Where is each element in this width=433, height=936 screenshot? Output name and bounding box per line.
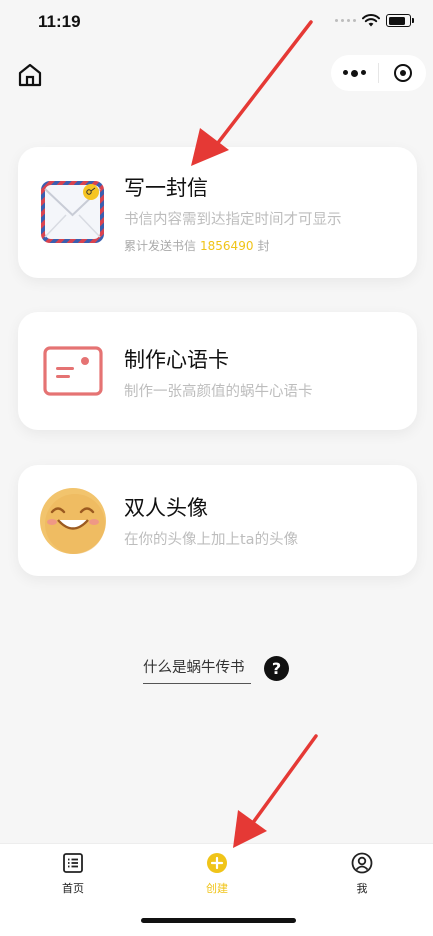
envelope-icon xyxy=(41,181,104,243)
letters-sent-stat: 累计发送书信 1856490 封 xyxy=(124,237,269,254)
smiley-face-icon xyxy=(40,488,106,554)
more-options-button[interactable] xyxy=(331,69,378,77)
close-mini-program-button[interactable] xyxy=(379,64,426,82)
couple-avatar-card[interactable]: 双人头像 在你的头像上加上ta的头像 xyxy=(18,465,417,576)
tab-me[interactable]: 我 xyxy=(322,852,402,896)
user-icon xyxy=(351,852,373,874)
help-section: 什么是蜗牛传书 ? xyxy=(143,656,289,684)
home-icon xyxy=(18,63,42,87)
target-icon xyxy=(393,64,412,82)
what-is-snail-mail-link[interactable]: 什么是蜗牛传书 xyxy=(143,656,251,684)
home-indicator xyxy=(141,918,296,923)
battery-icon xyxy=(386,14,414,27)
annotation-arrow-bottom xyxy=(233,734,318,848)
card-subtitle: 制作一张高颜值的蜗牛心语卡 xyxy=(124,384,313,400)
card-title: 制作心语卡 xyxy=(124,348,229,372)
letters-sent-count: 1856490 xyxy=(200,239,254,253)
make-heart-card-card[interactable]: 制作心语卡 制作一张高颜值的蜗牛心语卡 xyxy=(18,312,417,430)
card-title: 双人头像 xyxy=(124,496,208,520)
stat-prefix: 累计发送书信 xyxy=(124,239,197,253)
question-icon[interactable]: ? xyxy=(264,656,289,681)
status-icons xyxy=(335,14,414,27)
status-time: 11:19 xyxy=(38,12,81,31)
plus-circle-icon xyxy=(207,853,227,873)
signal-icon xyxy=(335,19,356,22)
card-subtitle: 书信内容需到达指定时间才可显示 xyxy=(124,212,342,228)
mini-program-capsule xyxy=(331,55,426,91)
card-title: 写一封信 xyxy=(124,176,208,200)
card-icon xyxy=(43,346,103,396)
tab-home-label: 首页 xyxy=(62,882,84,895)
tab-create-label: 创建 xyxy=(206,882,228,895)
status-bar: 11:19 xyxy=(0,0,433,46)
home-button[interactable] xyxy=(17,62,43,88)
wifi-icon xyxy=(362,14,380,27)
tab-home[interactable]: 首页 xyxy=(33,852,113,896)
list-icon xyxy=(63,853,83,873)
tab-create[interactable]: 创建 xyxy=(177,852,257,896)
card-subtitle: 在你的头像上加上ta的头像 xyxy=(124,532,299,548)
write-letter-card[interactable]: 写一封信 书信内容需到达指定时间才可显示 累计发送书信 1856490 封 xyxy=(18,147,417,278)
tab-me-label: 我 xyxy=(356,882,368,895)
stat-suffix: 封 xyxy=(257,239,270,253)
